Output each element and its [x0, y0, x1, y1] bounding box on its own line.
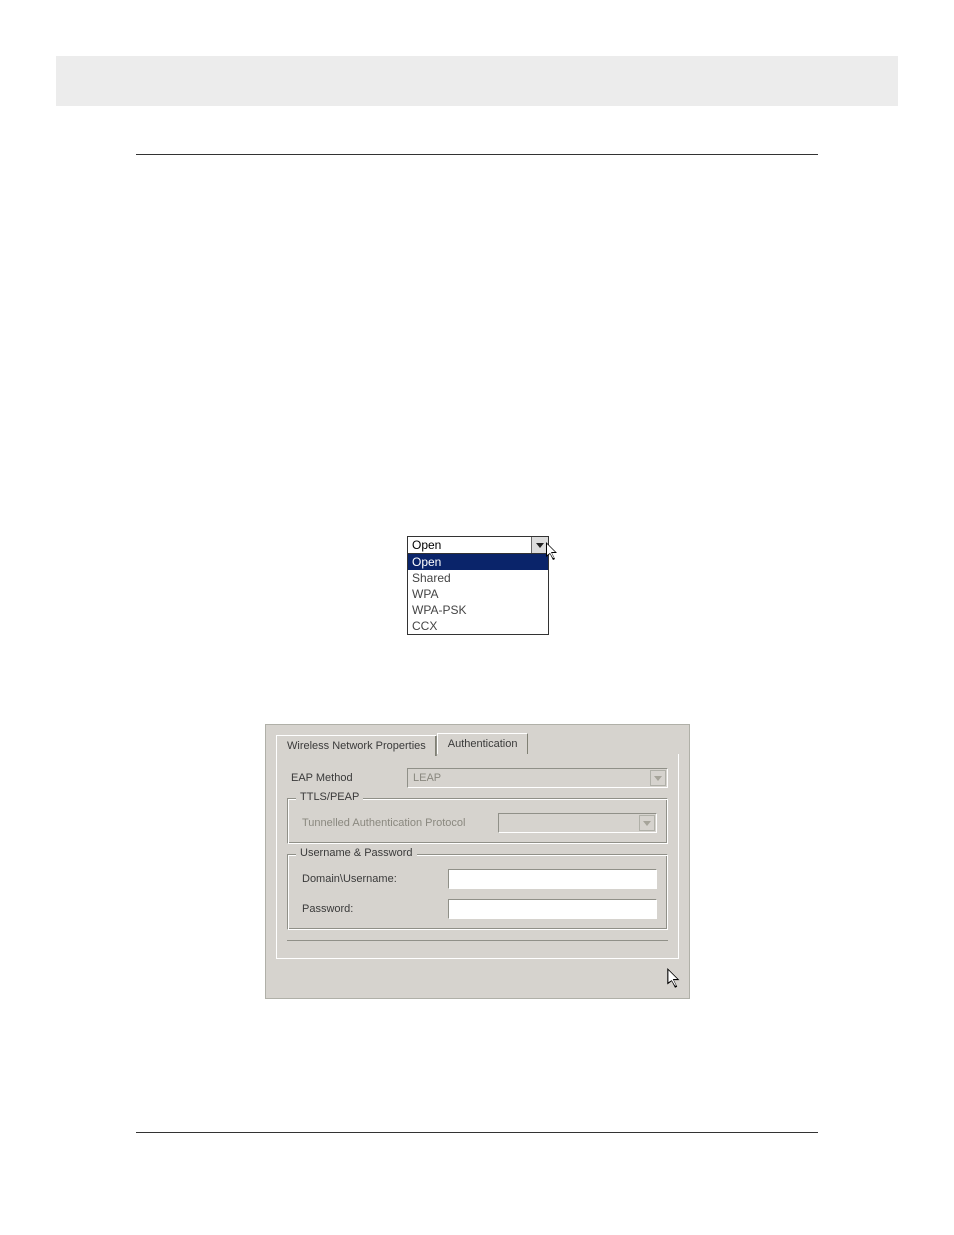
eap-method-value: LEAP: [413, 772, 441, 784]
dropdown-list: Open Shared WPA WPA-PSK CCX: [407, 554, 549, 635]
eap-method-label: EAP Method: [287, 772, 407, 784]
domain-username-row: Domain\Username:: [298, 869, 657, 889]
dropdown-option-wpa-psk[interactable]: WPA-PSK: [408, 602, 548, 618]
group-title: Username & Password: [296, 847, 417, 859]
wireless-auth-dialog: Wireless Network Properties Authenticati…: [265, 724, 690, 999]
tunnelled-auth-row: Tunnelled Authentication Protocol: [298, 813, 657, 833]
partial-group-cut: [287, 940, 668, 948]
eap-method-combo[interactable]: LEAP: [407, 768, 668, 788]
header-rule: [136, 154, 818, 155]
password-input[interactable]: [448, 899, 657, 919]
combo-arrow-button: [650, 770, 666, 786]
dropdown-option-open[interactable]: Open: [408, 554, 548, 570]
footer-rule: [136, 1132, 818, 1133]
dropdown-option-wpa[interactable]: WPA: [408, 586, 548, 602]
dropdown-collapsed[interactable]: Open: [407, 536, 549, 554]
dropdown-option-shared[interactable]: Shared: [408, 570, 548, 586]
tunnelled-auth-label: Tunnelled Authentication Protocol: [298, 817, 498, 829]
password-row: Password:: [298, 899, 657, 919]
tab-strip: Wireless Network Properties Authenticati…: [266, 725, 689, 754]
domain-username-label: Domain\Username:: [298, 873, 448, 885]
auth-mode-dropdown: Open Open Shared WPA WPA-PSK CCX: [407, 536, 549, 635]
tunnelled-auth-combo: [498, 813, 657, 833]
tab-authentication[interactable]: Authentication: [437, 733, 529, 754]
combo-arrow-button: [639, 815, 655, 831]
triangle-down-icon: [654, 776, 662, 781]
tab-label: Wireless Network Properties: [287, 740, 426, 752]
ttls-peap-group: TTLS/PEAP Tunnelled Authentication Proto…: [287, 798, 668, 844]
credentials-group: Username & Password Domain\Username: Pas…: [287, 854, 668, 930]
domain-username-input[interactable]: [448, 869, 657, 889]
dropdown-selected-text: Open: [412, 538, 441, 552]
triangle-down-icon: [643, 821, 651, 826]
triangle-down-icon: [536, 543, 544, 548]
eap-method-row: EAP Method LEAP: [287, 768, 668, 788]
dropdown-option-ccx[interactable]: CCX: [408, 618, 548, 634]
header-band: [56, 56, 898, 106]
dropdown-arrow-button[interactable]: [531, 537, 548, 553]
password-label: Password:: [298, 903, 448, 915]
group-title: TTLS/PEAP: [296, 791, 363, 803]
tab-body: EAP Method LEAP TTLS/PEAP Tunnelled Auth…: [276, 754, 679, 959]
tab-label: Authentication: [448, 738, 518, 750]
tab-wireless-properties[interactable]: Wireless Network Properties: [276, 735, 437, 756]
